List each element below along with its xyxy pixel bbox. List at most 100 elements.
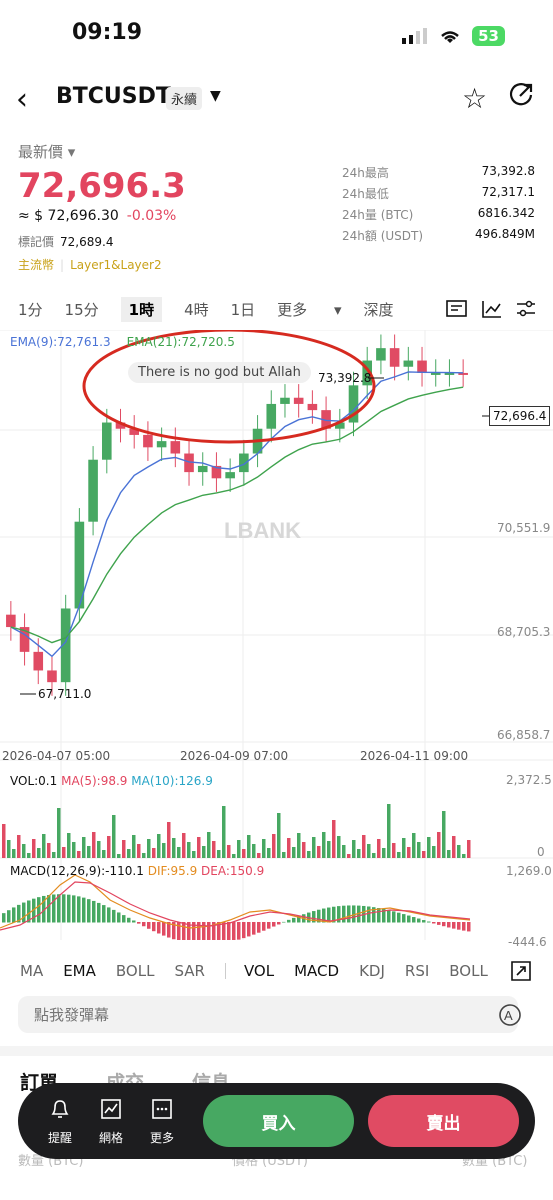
- macd-bar: [127, 917, 131, 923]
- danmu-toggle-icon[interactable]: A: [498, 1003, 522, 1027]
- tab-depth[interactable]: 深度: [364, 299, 394, 320]
- more-icon: [152, 1099, 172, 1119]
- ind-boll2[interactable]: BOLL: [449, 962, 488, 980]
- macd-bar: [7, 910, 11, 923]
- ind-vol[interactable]: VOL: [244, 962, 274, 980]
- volume-bar: [162, 843, 166, 858]
- ind-macd[interactable]: MACD: [294, 962, 339, 980]
- candle: [225, 472, 235, 479]
- volume-bar: [127, 849, 131, 858]
- volume-bar: [257, 853, 261, 858]
- buy-button[interactable]: 買入: [203, 1095, 354, 1147]
- volume-bar: [207, 832, 211, 858]
- approx-price: ≈ $ 72,696.30 -0.03%: [18, 208, 177, 224]
- tab-1m[interactable]: 1分: [18, 299, 43, 320]
- volume-bar: [292, 847, 296, 858]
- share-icon[interactable]: [508, 82, 534, 112]
- indicator-settings-icon[interactable]: [446, 299, 468, 319]
- macd-bar: [177, 922, 181, 940]
- volume-bar: [2, 824, 6, 858]
- current-price-tag: 72,696.4: [489, 406, 551, 426]
- tab-1d[interactable]: 1日: [231, 299, 256, 320]
- vol-zero: 0: [537, 845, 545, 859]
- category-tags[interactable]: 主流幣 | Layer1&Layer2: [18, 256, 162, 273]
- ind-rsi[interactable]: RSI: [405, 962, 429, 980]
- candle: [88, 459, 98, 522]
- macd-bar: [437, 922, 441, 925]
- latest-price-label[interactable]: 最新價 ▾: [18, 141, 75, 162]
- volume-bar: [52, 852, 56, 858]
- volume-bar: [442, 811, 446, 858]
- volume-bar: [232, 854, 236, 858]
- tab-1h[interactable]: 1時: [120, 297, 163, 322]
- ind-sar[interactable]: SAR: [174, 962, 204, 980]
- y-tick: 70,551.9: [497, 521, 551, 535]
- macd-bar: [412, 917, 416, 923]
- macd-bar: [162, 922, 166, 936]
- volume-bar: [287, 838, 291, 858]
- y-tick: 66,858.7: [497, 728, 551, 742]
- macd-bar: [462, 922, 466, 931]
- volume-bar: [17, 835, 21, 858]
- volume-bar: [242, 849, 246, 858]
- grid-button[interactable]: 網格: [91, 1098, 131, 1146]
- sliders-icon[interactable]: [515, 299, 537, 319]
- macd-bar: [92, 900, 96, 923]
- danmu-input[interactable]: [18, 996, 518, 1033]
- macd-bar: [377, 908, 381, 923]
- macd-bar: [402, 914, 406, 923]
- volume-bar: [427, 837, 431, 858]
- macd-bar: [392, 911, 396, 923]
- candles: [6, 334, 468, 696]
- macd-bar: [347, 905, 351, 923]
- battery-icon: 53: [472, 26, 505, 46]
- macd-bar: [287, 919, 291, 923]
- volume-bar: [217, 850, 221, 858]
- danmu-bubble[interactable]: There is no god but Allah: [128, 362, 311, 383]
- volume-bar: [357, 849, 361, 858]
- tab-more[interactable]: 更多 ▾: [277, 299, 341, 320]
- more-button[interactable]: 更多: [142, 1098, 182, 1146]
- macd-legend: MACD(12,26,9):-110.1 DIF:95.9 DEA:150.9: [10, 864, 265, 878]
- volume-bar: [142, 853, 146, 858]
- back-icon[interactable]: ‹: [16, 82, 28, 117]
- volume-bar: [237, 840, 241, 858]
- volume-bar: [457, 845, 461, 858]
- volume-bar: [432, 846, 436, 858]
- timeframe-tabs: 1分 15分 1時 4時 1日 更多 ▾ 深度: [18, 297, 416, 322]
- candle: [307, 403, 318, 411]
- macd-bar: [387, 910, 391, 923]
- ind-ema[interactable]: EMA: [63, 962, 96, 980]
- volume-bar: [167, 822, 171, 858]
- grid-chart-icon: [101, 1099, 121, 1119]
- volume-bar: [82, 837, 86, 858]
- candle: [156, 441, 167, 448]
- ind-kdj[interactable]: KDJ: [359, 962, 385, 980]
- sell-button[interactable]: 賣出: [368, 1095, 519, 1147]
- tab-15m[interactable]: 15分: [65, 299, 99, 320]
- macd-bar: [247, 922, 251, 937]
- macd-bar: [72, 895, 76, 923]
- draw-tool-icon[interactable]: [481, 299, 503, 319]
- volume-bar: [387, 804, 391, 858]
- volume-bar: [27, 853, 31, 858]
- kline-chart[interactable]: LBANK: [0, 330, 553, 940]
- ema9-line: [10, 371, 464, 658]
- macd-bar: [122, 915, 126, 923]
- volume-bar: [347, 854, 351, 858]
- chevron-down-icon[interactable]: ▼: [210, 88, 221, 104]
- star-icon[interactable]: ☆: [462, 82, 487, 115]
- signal-icon: [402, 28, 428, 44]
- volume-bar: [352, 840, 356, 858]
- ind-boll[interactable]: BOLL: [116, 962, 155, 980]
- tab-4h[interactable]: 4時: [184, 299, 209, 320]
- symbol-title[interactable]: BTCUSDT: [56, 84, 171, 109]
- alert-button[interactable]: 提醒: [40, 1098, 80, 1146]
- fullscreen-icon[interactable]: [510, 960, 532, 982]
- volume-bar: [247, 835, 251, 858]
- ind-ma[interactable]: MA: [20, 962, 43, 980]
- macd-bar: [277, 922, 281, 925]
- volume-bar: [407, 847, 411, 858]
- volume-bar: [312, 837, 316, 858]
- watermark: LBANK: [224, 518, 301, 543]
